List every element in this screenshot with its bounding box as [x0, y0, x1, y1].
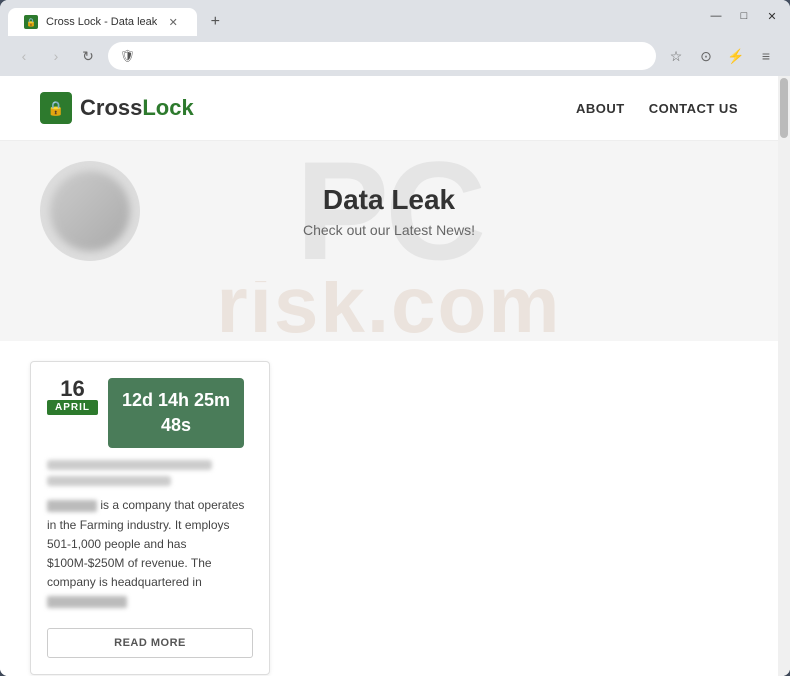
- address-input-bar[interactable]: 🛡: [108, 42, 656, 70]
- forward-button[interactable]: ›: [44, 44, 68, 68]
- minimize-button[interactable]: —: [706, 6, 726, 26]
- date-month: APRIL: [47, 400, 98, 415]
- countdown-badge: 12d 14h 25m48s: [108, 378, 244, 448]
- window-close-button[interactable]: ✕: [762, 6, 782, 26]
- back-button[interactable]: ‹: [12, 44, 36, 68]
- refresh-button[interactable]: ↻: [76, 44, 100, 68]
- extensions-icon[interactable]: ⚡: [724, 44, 748, 68]
- date-day: 16: [60, 378, 84, 400]
- avatar-image: [50, 171, 130, 251]
- blurred-company-detail: [47, 476, 171, 486]
- watermark-band: risk.com: [0, 281, 778, 341]
- hero-section: PC Data Leak Check out our Latest News!: [0, 141, 778, 281]
- address-bar: ‹ › ↻ 🛡 ☆ ⊙ ⚡ ≡: [0, 36, 790, 76]
- window-controls: — □ ✕: [706, 6, 782, 30]
- logo-icon: 🔒: [40, 92, 72, 124]
- address-shield-icon: 🛡: [120, 49, 135, 63]
- bookmark-icon[interactable]: ☆: [664, 44, 688, 68]
- site-logo: 🔒 CrossLock: [40, 92, 194, 124]
- site-header: 🔒 CrossLock ABOUT CONTACT US: [0, 76, 778, 141]
- menu-icon[interactable]: ≡: [754, 44, 778, 68]
- leak-card: 16 APRIL 12d 14h 25m48s is: [30, 361, 270, 675]
- tab-close-button[interactable]: ✕: [165, 14, 181, 30]
- cards-section: 16 APRIL 12d 14h 25m48s is: [0, 341, 778, 676]
- tab-title: Cross Lock - Data leak: [46, 16, 157, 28]
- page-content: 🔒 CrossLock ABOUT CONTACT US PC Data Lea…: [0, 76, 778, 676]
- active-tab[interactable]: 🔒 Cross Lock - Data leak ✕: [8, 8, 197, 36]
- shield-icon[interactable]: ⊙: [694, 44, 718, 68]
- hero-subtitle: Check out our Latest News!: [303, 222, 475, 238]
- maximize-button[interactable]: □: [734, 6, 754, 26]
- card-description: is a company that operates in the Farmin…: [47, 496, 253, 611]
- browser-content-area: 🔒 CrossLock ABOUT CONTACT US PC Data Lea…: [0, 76, 790, 676]
- logo-text: CrossLock: [80, 95, 194, 121]
- logo-lock: Lock: [142, 95, 193, 120]
- hero-avatar: [40, 161, 140, 261]
- blurred-word-1: [47, 500, 97, 512]
- nav-about[interactable]: ABOUT: [576, 101, 625, 116]
- new-tab-button[interactable]: +: [201, 8, 229, 36]
- nav-contact-us[interactable]: CONTACT US: [649, 101, 738, 116]
- toolbar-icons: ☆ ⊙ ⚡ ≡: [664, 44, 778, 68]
- scrollbar-thumb[interactable]: [780, 78, 788, 138]
- blurred-company-name: [47, 460, 212, 470]
- blurred-word-2: [47, 596, 127, 608]
- nav-menu: ABOUT CONTACT US: [576, 101, 738, 116]
- title-bar: 🔒 Cross Lock - Data leak ✕ + — □ ✕: [0, 0, 790, 36]
- read-more-button[interactable]: READ MORE: [47, 628, 253, 658]
- logo-cross: Cross: [80, 95, 142, 120]
- scrollbar-track[interactable]: [778, 76, 790, 676]
- tab-favicon: 🔒: [24, 15, 38, 29]
- card-date: 16 APRIL: [47, 378, 98, 415]
- watermark-bottom: risk.com: [216, 281, 561, 341]
- hero-title: Data Leak: [323, 184, 455, 216]
- browser-window: 🔒 Cross Lock - Data leak ✕ + — □ ✕ ‹ › ↻…: [0, 0, 790, 676]
- tab-bar: 🔒 Cross Lock - Data leak ✕ +: [8, 0, 229, 36]
